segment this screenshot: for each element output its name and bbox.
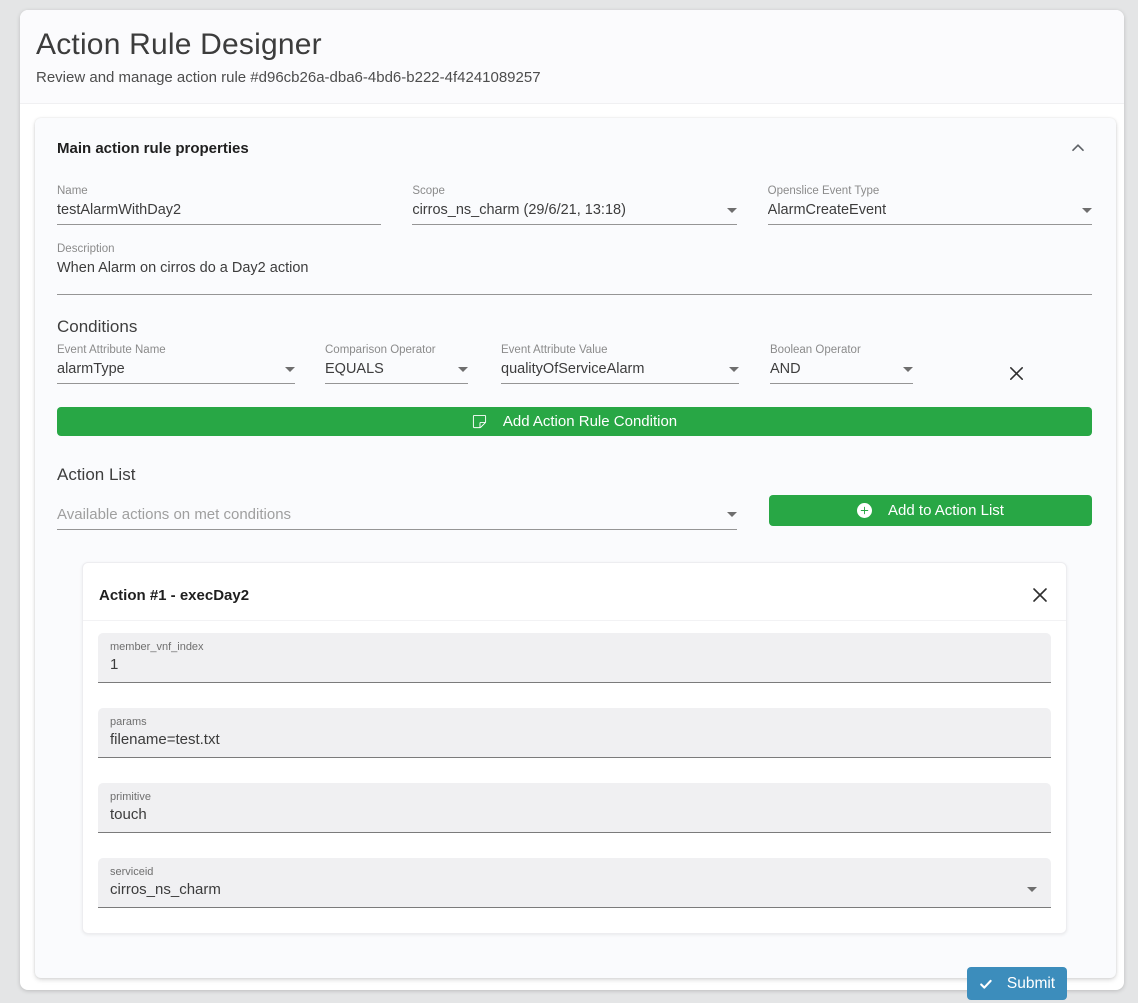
page-subtitle: Review and manage action rule #d96cb26a-… <box>36 69 1108 86</box>
params-label: params <box>110 716 1037 728</box>
sticky-note-icon <box>472 414 495 429</box>
plus-circle-icon <box>857 503 880 518</box>
add-to-action-list-button[interactable]: Add to Action List <box>769 495 1092 526</box>
primitive-label: primitive <box>110 791 1037 803</box>
event-type-label: Openslice Event Type <box>768 185 1092 197</box>
content-card: Action Rule Designer Review and manage a… <box>20 10 1124 990</box>
condition-row: Event Attribute Name alarmType Compariso… <box>57 344 1092 387</box>
name-label: Name <box>57 185 381 197</box>
event-attribute-name-label: Event Attribute Name <box>57 344 295 356</box>
primitive-value: touch <box>110 806 147 823</box>
page-header: Action Rule Designer Review and manage a… <box>20 10 1124 104</box>
page-title: Action Rule Designer <box>36 28 1108 62</box>
comparison-operator-value: EQUALS <box>325 361 384 377</box>
scope-value: cirros_ns_charm (29/6/21, 13:18) <box>412 202 626 218</box>
submit-label: Submit <box>1007 975 1055 993</box>
caret-down-icon <box>729 367 739 372</box>
scope-label: Scope <box>412 185 736 197</box>
add-condition-label: Add Action Rule Condition <box>503 413 677 430</box>
comparison-operator-select[interactable]: Comparison Operator EQUALS <box>325 344 468 384</box>
collapse-panel-button[interactable] <box>1070 140 1086 159</box>
caret-down-icon <box>1082 208 1092 213</box>
available-actions-select[interactable]: Available actions on met conditions <box>57 504 737 530</box>
event-attribute-name-select[interactable]: Event Attribute Name alarmType <box>57 344 295 384</box>
name-field[interactable]: Name testAlarmWithDay2 <box>57 185 381 225</box>
conditions-heading: Conditions <box>57 317 1092 337</box>
boolean-operator-label: Boolean Operator <box>770 344 913 356</box>
boolean-operator-select[interactable]: Boolean Operator AND <box>770 344 913 384</box>
x-icon <box>1007 371 1026 386</box>
main-rule-panel: Main action rule properties Name testAla… <box>35 118 1116 978</box>
member-vnf-index-field[interactable]: member_vnf_index 1 <box>98 633 1051 683</box>
panel-title: Main action rule properties <box>57 140 249 157</box>
serviceid-label: serviceid <box>110 866 1037 878</box>
event-attribute-value-value: qualityOfServiceAlarm <box>501 361 644 377</box>
description-field[interactable]: Description When Alarm on cirros do a Da… <box>57 243 1092 295</box>
add-to-action-list-label: Add to Action List <box>888 502 1004 519</box>
member-vnf-index-label: member_vnf_index <box>110 641 1037 653</box>
available-actions-placeholder: Available actions on met conditions <box>57 506 291 523</box>
serviceid-value: cirros_ns_charm <box>110 881 221 898</box>
serviceid-select[interactable]: serviceid cirros_ns_charm <box>98 858 1051 908</box>
caret-down-icon <box>1027 887 1037 892</box>
comparison-operator-label: Comparison Operator <box>325 344 468 356</box>
action-list-row: Available actions on met conditions Add … <box>57 495 1092 530</box>
chevron-up-icon <box>1070 144 1086 159</box>
scope-select[interactable]: Scope cirros_ns_charm (29/6/21, 13:18) <box>412 185 736 225</box>
description-label: Description <box>57 243 1092 255</box>
event-attribute-value-select[interactable]: Event Attribute Value qualityOfServiceAl… <box>501 344 739 384</box>
action-card-title: Action #1 - execDay2 <box>99 587 249 604</box>
event-type-select[interactable]: Openslice Event Type AlarmCreateEvent <box>768 185 1092 225</box>
remove-action-button[interactable] <box>1028 583 1052 607</box>
action-list-heading: Action List <box>57 465 1092 485</box>
event-type-value: AlarmCreateEvent <box>768 202 886 218</box>
x-icon <box>1030 593 1050 608</box>
caret-down-icon <box>903 367 913 372</box>
action-card: Action #1 - execDay2 member_vnf_index 1 … <box>82 562 1067 934</box>
check-icon <box>979 977 1000 991</box>
submit-button[interactable]: Submit <box>967 967 1067 1000</box>
name-value: testAlarmWithDay2 <box>57 202 181 218</box>
add-condition-button[interactable]: Add Action Rule Condition <box>57 407 1092 436</box>
caret-down-icon <box>458 367 468 372</box>
caret-down-icon <box>727 512 737 517</box>
params-value: filename=test.txt <box>110 731 220 748</box>
description-value: When Alarm on cirros do a Day2 action <box>57 260 308 276</box>
member-vnf-index-value: 1 <box>110 656 118 673</box>
caret-down-icon <box>285 367 295 372</box>
boolean-operator-value: AND <box>770 361 801 377</box>
event-attribute-name-value: alarmType <box>57 361 125 377</box>
remove-condition-button[interactable] <box>1003 360 1030 387</box>
params-field[interactable]: params filename=test.txt <box>98 708 1051 758</box>
primitive-field[interactable]: primitive touch <box>98 783 1051 833</box>
main-properties-row: Name testAlarmWithDay2 Scope cirros_ns_c… <box>57 185 1092 225</box>
caret-down-icon <box>727 208 737 213</box>
event-attribute-value-label: Event Attribute Value <box>501 344 739 356</box>
